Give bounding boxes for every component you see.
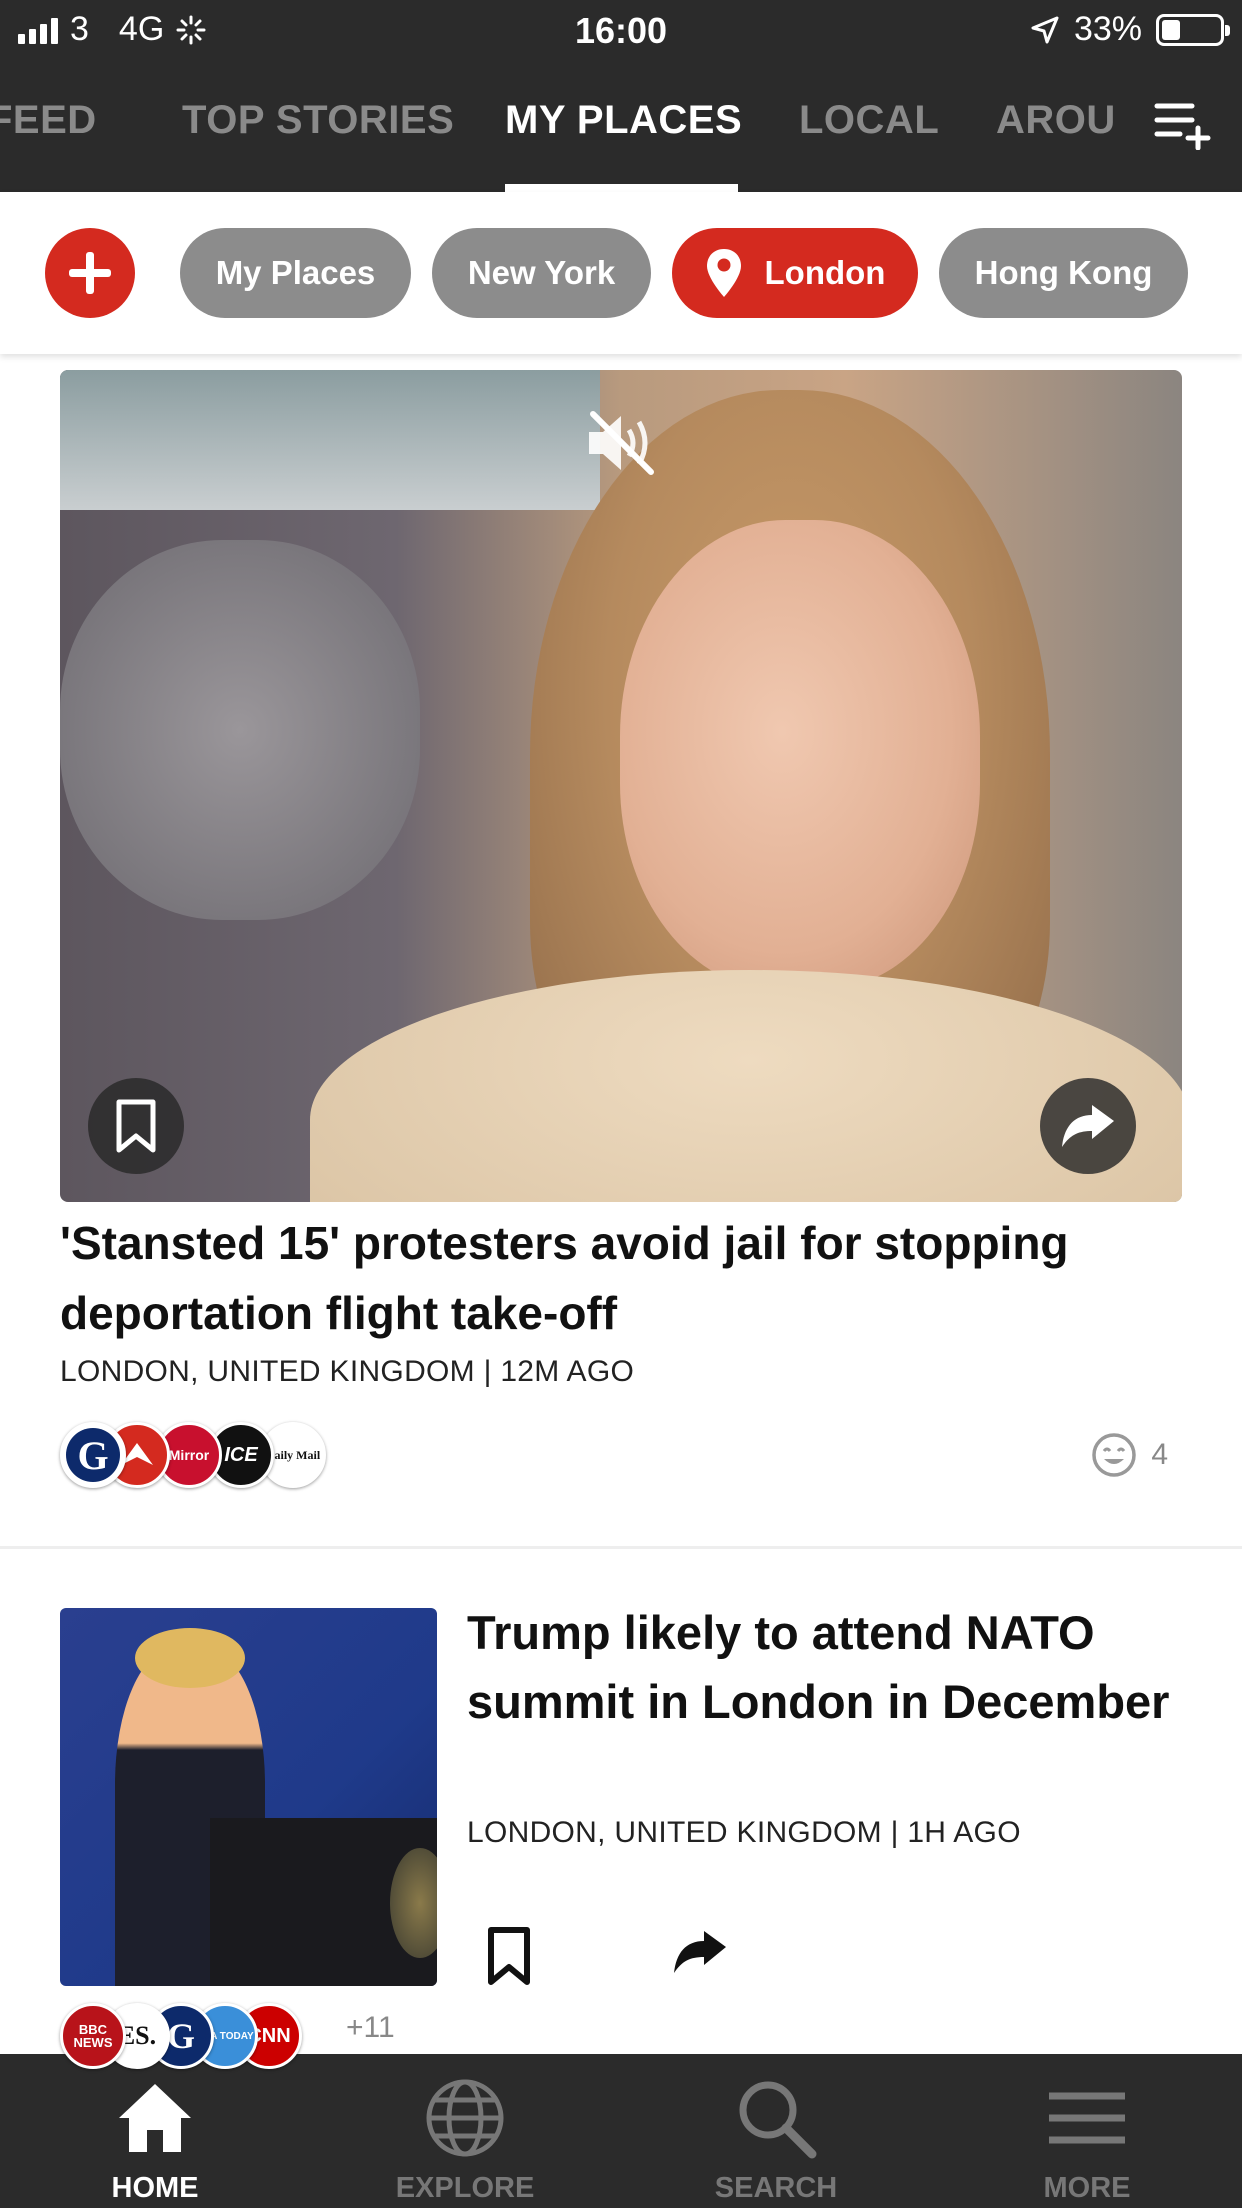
- nav-more-label: MORE: [1043, 2172, 1131, 2204]
- tab-top-stories[interactable]: TOP STORIES: [182, 98, 454, 143]
- share-button[interactable]: [1040, 1078, 1136, 1174]
- menu-icon: [1049, 2092, 1125, 2144]
- article-meta: LONDON, UNITED KINGDOM | 1H AGO: [467, 1816, 1021, 1849]
- location-arrow-icon: [1031, 16, 1059, 43]
- card-divider: [0, 1546, 1242, 1549]
- place-selector: My Places New York London Hong Kong: [0, 192, 1242, 354]
- nav-home-label: HOME: [111, 2172, 199, 2204]
- bookmark-icon[interactable]: [487, 1926, 531, 1986]
- article-thumbnail[interactable]: [60, 1608, 437, 1986]
- bookmark-icon: [116, 1099, 156, 1153]
- chip-hong-kong[interactable]: Hong Kong: [939, 228, 1188, 318]
- guardian-logo: G: [60, 1422, 126, 1488]
- location-pin-icon: [706, 249, 741, 297]
- nav-more[interactable]: MORE: [932, 2054, 1242, 2208]
- home-icon: [119, 2084, 191, 2152]
- bookmark-button[interactable]: [88, 1078, 184, 1174]
- reaction-count: 4: [1151, 1438, 1168, 1471]
- nav-home[interactable]: HOME: [0, 2054, 310, 2208]
- article-headline[interactable]: 'Stansted 15' protesters avoid jail for …: [60, 1208, 1182, 1348]
- share-arrow-icon[interactable]: [672, 1930, 728, 1974]
- bbc-news-logo: BBC NEWS: [60, 2003, 126, 2069]
- smiley-icon: [1092, 1433, 1137, 1477]
- tab-my-places[interactable]: MY PLACES: [505, 98, 742, 143]
- nav-search-label: SEARCH: [714, 2172, 838, 2204]
- active-tab-indicator: [505, 184, 738, 192]
- add-place-button[interactable]: [45, 228, 135, 318]
- nav-explore-label: EXPLORE: [395, 2172, 535, 2204]
- globe-icon: [426, 2079, 504, 2157]
- more-sources-count[interactable]: +11: [346, 2011, 395, 2045]
- app-screen: 3 4G 16:00 33% FEED TOP STORIES MY PLACE…: [0, 0, 1242, 2208]
- tab-around[interactable]: AROU: [996, 98, 1116, 143]
- nav-search[interactable]: SEARCH: [621, 2054, 931, 2208]
- nav-explore[interactable]: EXPLORE: [310, 2054, 620, 2208]
- status-bar: 3 4G 16:00 33%: [0, 0, 1242, 62]
- article-meta: LONDON, UNITED KINGDOM | 12M AGO: [60, 1355, 635, 1388]
- search-icon: [739, 2081, 817, 2159]
- muted-speaker-icon[interactable]: [585, 410, 657, 476]
- article-video[interactable]: [60, 370, 1182, 1202]
- section-tabs: FEED TOP STORIES MY PLACES LOCAL AROU: [0, 62, 1242, 192]
- chip-london-label: London: [764, 254, 886, 291]
- battery-percent: 33%: [1073, 10, 1142, 48]
- share-arrow-icon: [1062, 1105, 1114, 1147]
- chip-my-places[interactable]: My Places: [180, 228, 411, 318]
- tab-local[interactable]: LOCAL: [799, 98, 939, 143]
- add-to-list-icon[interactable]: [1154, 98, 1212, 150]
- publisher-logos[interactable]: G Mirror ICE Daily Mail: [60, 1422, 360, 1492]
- reactions[interactable]: 4: [1091, 1432, 1168, 1478]
- article-headline[interactable]: Trump likely to attend NATO summit in Lo…: [467, 1598, 1187, 1736]
- battery-icon: [1156, 13, 1230, 46]
- bottom-navigation: HOME EXPLORE SEARCH MORE: [0, 2054, 1242, 2208]
- tab-feed[interactable]: FEED: [0, 98, 97, 143]
- chip-new-york[interactable]: New York: [432, 228, 651, 318]
- chip-london[interactable]: London: [672, 228, 918, 318]
